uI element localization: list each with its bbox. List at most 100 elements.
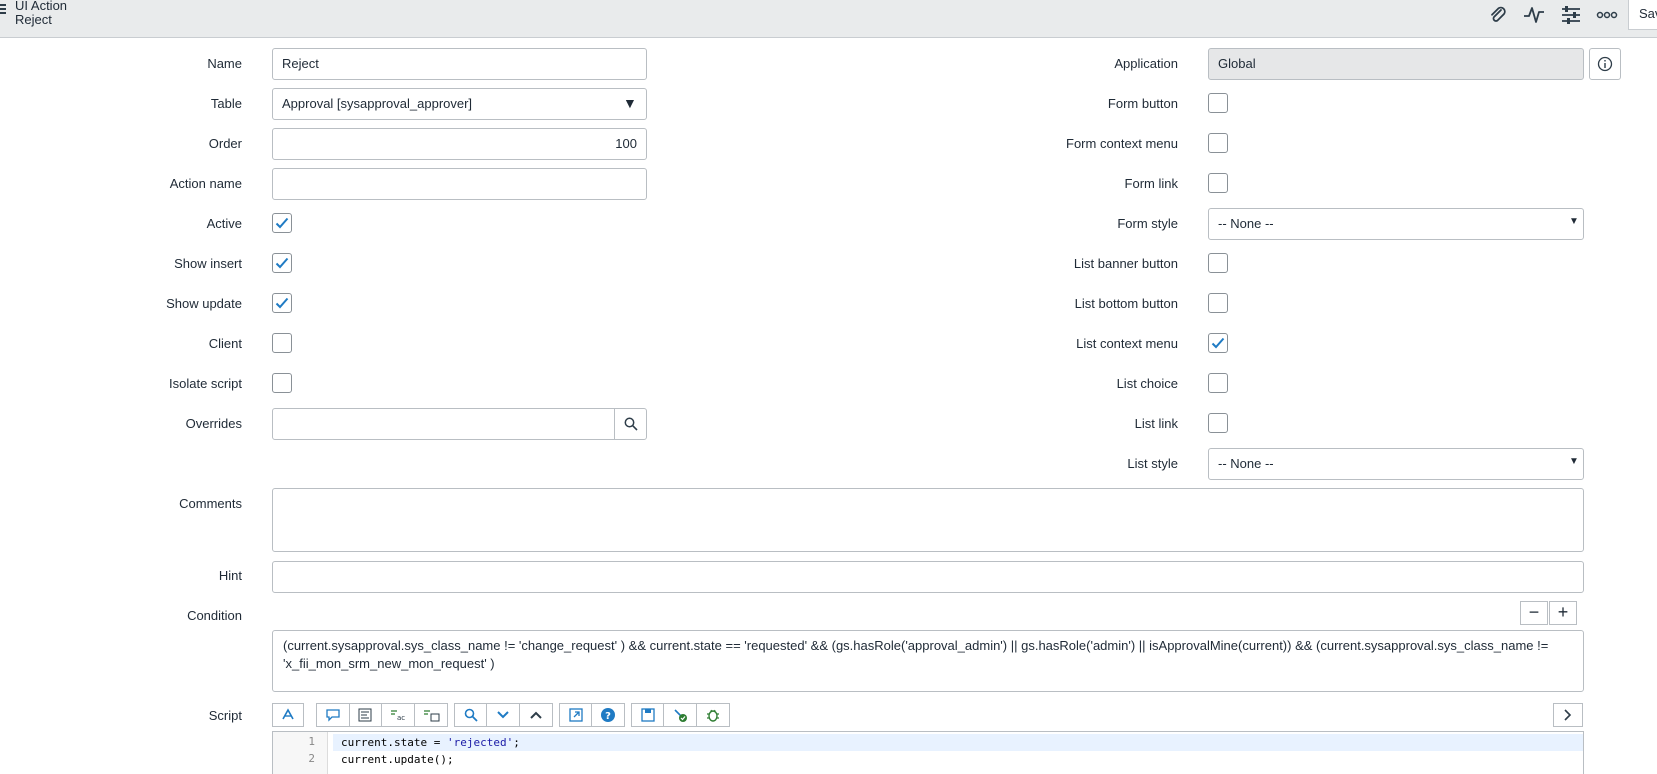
show-insert-checkbox[interactable] bbox=[272, 253, 292, 273]
replace-all-icon bbox=[423, 710, 440, 722]
outline-icon bbox=[358, 708, 372, 722]
list-style-select[interactable]: -- None -- bbox=[1208, 448, 1584, 480]
code-text: current.state = bbox=[341, 736, 447, 749]
fold-down-icon bbox=[497, 711, 509, 719]
checkmark-icon bbox=[275, 257, 289, 269]
help-icon: ? bbox=[601, 708, 615, 722]
syntax-check-button[interactable] bbox=[664, 704, 697, 726]
line-number: 2 bbox=[308, 752, 315, 765]
form-link-label: Form link bbox=[1124, 176, 1178, 191]
list-link-label: List link bbox=[1134, 416, 1178, 431]
activity-icon[interactable] bbox=[1521, 2, 1547, 28]
save-icon bbox=[641, 708, 655, 722]
more-icon[interactable] bbox=[1594, 2, 1620, 28]
client-checkbox[interactable] bbox=[272, 333, 292, 353]
show-update-checkbox[interactable] bbox=[272, 293, 292, 313]
fold-up-icon bbox=[530, 711, 542, 719]
show-update-label: Show update bbox=[166, 296, 242, 311]
save-button[interactable]: Sav bbox=[1628, 0, 1657, 30]
form-button-label: Form button bbox=[1107, 96, 1178, 111]
find-next-button[interactable] bbox=[487, 704, 520, 726]
list-link-checkbox[interactable] bbox=[1208, 413, 1228, 433]
syntax-check-icon bbox=[674, 709, 688, 722]
script-editor[interactable]: 1 2 current.state = 'rejected'; current.… bbox=[272, 731, 1584, 774]
list-choice-label: List choice bbox=[1116, 376, 1178, 391]
script-toolbar-group bbox=[631, 703, 730, 727]
application-label: Application bbox=[1114, 56, 1178, 71]
replace-all-button[interactable] bbox=[415, 704, 447, 726]
comments-textarea[interactable] bbox=[272, 488, 1584, 552]
chevron-down-icon[interactable]: ▼ bbox=[623, 95, 637, 111]
search-icon bbox=[464, 708, 478, 722]
application-input: Global bbox=[1208, 48, 1584, 80]
expand-editor-button[interactable] bbox=[1553, 703, 1583, 727]
info-button[interactable] bbox=[1589, 48, 1621, 80]
list-context-menu-checkbox[interactable] bbox=[1208, 333, 1228, 353]
checkmark-icon bbox=[275, 217, 289, 229]
record-name: Reject bbox=[15, 12, 52, 27]
list-style-label: List style bbox=[1127, 456, 1178, 471]
hint-input[interactable] bbox=[272, 561, 1584, 593]
paperclip-icon[interactable] bbox=[1485, 2, 1511, 28]
format-code-button[interactable] bbox=[272, 703, 304, 727]
comments-label: Comments bbox=[179, 496, 242, 511]
outline-button[interactable] bbox=[350, 704, 382, 726]
find-button[interactable] bbox=[455, 704, 488, 726]
name-input[interactable]: Reject bbox=[272, 48, 647, 80]
form-link-checkbox[interactable] bbox=[1208, 173, 1228, 193]
debug-button[interactable] bbox=[697, 704, 729, 726]
overrides-label: Overrides bbox=[185, 416, 242, 431]
table-select[interactable]: Approval [sysapproval_approver] bbox=[272, 88, 647, 120]
code-text: current.update(); bbox=[341, 753, 454, 766]
sliders-icon[interactable] bbox=[1558, 2, 1584, 28]
form-style-select[interactable]: -- None -- bbox=[1208, 208, 1584, 240]
menu-icon[interactable] bbox=[0, 4, 8, 16]
form-context-menu-label: Form context menu bbox=[1066, 136, 1178, 151]
script-label: Script bbox=[208, 708, 242, 723]
info-icon bbox=[1597, 56, 1613, 72]
code-line: current.state = 'rejected'; bbox=[333, 734, 1583, 751]
fullscreen-button[interactable] bbox=[560, 704, 593, 726]
isolate-script-checkbox[interactable] bbox=[272, 373, 292, 393]
line-number: 1 bbox=[308, 735, 315, 748]
search-toolbar-group bbox=[454, 703, 553, 727]
list-banner-button-checkbox[interactable] bbox=[1208, 253, 1228, 273]
action-name-input[interactable] bbox=[272, 168, 647, 200]
list-context-menu-label: List context menu bbox=[1076, 336, 1178, 351]
chevron-down-icon[interactable]: ▼ bbox=[1569, 216, 1579, 227]
condition-label: Condition bbox=[187, 608, 242, 623]
search-icon bbox=[624, 417, 638, 431]
collapse-button[interactable]: − bbox=[1520, 601, 1548, 625]
lookup-search-button[interactable] bbox=[614, 408, 647, 440]
overrides-input[interactable] bbox=[272, 408, 615, 440]
condition-line-1: (current.sysapproval.sys_class_name != '… bbox=[283, 638, 1549, 653]
expand-button[interactable]: + bbox=[1549, 601, 1577, 625]
help-button[interactable]: ? bbox=[592, 704, 624, 726]
show-insert-label: Show insert bbox=[174, 256, 242, 271]
condition-textarea[interactable]: (current.sysapproval.sys_class_name != '… bbox=[272, 630, 1584, 692]
name-label: Name bbox=[207, 56, 242, 71]
replace-button[interactable]: ac bbox=[382, 704, 415, 726]
svg-text:ac: ac bbox=[397, 714, 405, 722]
save-script-button[interactable] bbox=[632, 704, 665, 726]
client-label: Client bbox=[208, 336, 242, 351]
table-label: Table bbox=[210, 96, 242, 111]
chevron-down-icon[interactable]: ▼ bbox=[1569, 456, 1579, 467]
form-context-menu-checkbox[interactable] bbox=[1208, 133, 1228, 153]
hint-label: Hint bbox=[218, 568, 242, 583]
active-label: Active bbox=[206, 216, 242, 231]
list-choice-checkbox[interactable] bbox=[1208, 373, 1228, 393]
list-bottom-button-checkbox[interactable] bbox=[1208, 293, 1228, 313]
order-input[interactable]: 100 bbox=[272, 128, 647, 160]
checkmark-icon bbox=[275, 297, 289, 309]
chevron-right-icon bbox=[1564, 709, 1572, 721]
format-icon bbox=[282, 708, 294, 720]
find-previous-button[interactable] bbox=[520, 704, 552, 726]
code-text: ; bbox=[513, 736, 520, 749]
view-toolbar-group: ? bbox=[559, 703, 625, 727]
active-checkbox[interactable] bbox=[272, 213, 292, 233]
isolate-script-label: Isolate script bbox=[169, 376, 242, 391]
form-button-checkbox[interactable] bbox=[1208, 93, 1228, 113]
comment-button[interactable] bbox=[317, 704, 350, 726]
order-label: Order bbox=[208, 136, 242, 151]
